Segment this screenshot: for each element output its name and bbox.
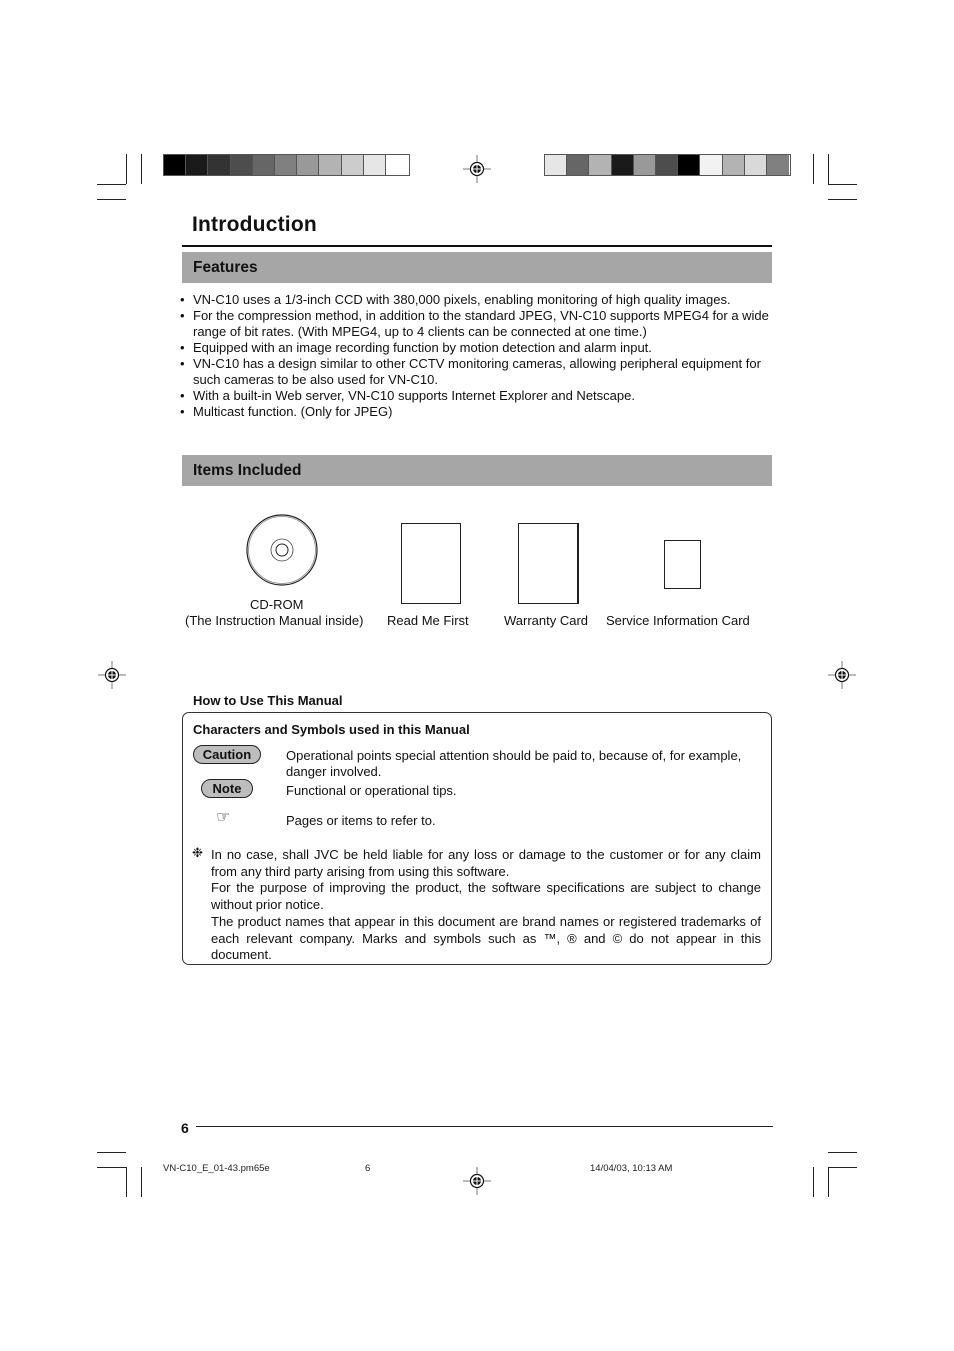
- registration-mark-icon: [98, 661, 126, 689]
- color-swatch: [700, 155, 723, 175]
- warranty-card-label: Warranty Card: [504, 613, 589, 628]
- crop-mark: [97, 184, 126, 185]
- footer-rule: [196, 1126, 773, 1127]
- cd-rom-icon: [246, 514, 318, 586]
- registration-mark-icon: [463, 155, 491, 183]
- crop-mark: [813, 154, 814, 184]
- slug-page-number: 6: [365, 1163, 371, 1174]
- slug-date: 14/04/03, 10:13 AM: [590, 1163, 673, 1174]
- color-swatch: [208, 155, 231, 175]
- disclaimer-notes: In no case, shall JVC be held liable for…: [211, 847, 761, 964]
- color-swatch: [589, 155, 612, 175]
- color-swatch: [164, 155, 187, 175]
- color-swatch: [766, 155, 790, 175]
- color-swatch: [722, 155, 745, 175]
- color-swatch: [567, 155, 590, 175]
- crop-mark: [141, 1167, 142, 1197]
- feature-item: VN-C10 uses a 1/3-inch CCD with 380,000 …: [180, 292, 776, 308]
- cd-rom-sublabel: (The Instruction Manual inside): [185, 613, 364, 628]
- crop-mark: [97, 199, 126, 200]
- color-swatch: [230, 155, 253, 175]
- document-icon: [401, 523, 461, 604]
- crop-mark: [97, 1152, 126, 1153]
- color-swatch: [633, 155, 656, 175]
- cd-rom-label: CD-ROM: [250, 597, 304, 612]
- color-swatch: [385, 155, 409, 175]
- color-swatch: [363, 155, 386, 175]
- crop-mark: [828, 1152, 857, 1153]
- feature-item: With a built-in Web server, VN-C10 suppo…: [180, 388, 776, 404]
- disclaimer-trademarks: The product names that appear in this do…: [211, 914, 761, 962]
- color-swatch: [186, 155, 209, 175]
- service-information-card-label: Service Information Card: [606, 613, 750, 628]
- disclaimer-liability: In no case, shall JVC be held liable for…: [211, 847, 761, 879]
- registration-mark-icon: [828, 661, 856, 689]
- card-icon: [518, 523, 579, 604]
- color-swatch: [341, 155, 364, 175]
- color-swatch: [611, 155, 634, 175]
- crop-mark: [97, 1167, 126, 1168]
- note-description: Functional or operational tips.: [286, 783, 457, 798]
- how-to-use-title: How to Use This Manual: [193, 693, 343, 708]
- page-title: Introduction: [192, 213, 317, 236]
- items-included-heading: Items Included: [193, 462, 302, 479]
- page-number: 6: [181, 1120, 189, 1136]
- read-me-first-label: Read Me First: [387, 613, 469, 628]
- feature-item: Equipped with an image recording functio…: [180, 340, 776, 356]
- feature-item: Multicast function. (Only for JPEG): [180, 404, 776, 420]
- caution-badge: Caution: [193, 745, 261, 764]
- crop-mark: [828, 1167, 857, 1168]
- symbols-box-heading: Characters and Symbols used in this Manu…: [193, 722, 470, 737]
- color-swatch: [744, 155, 767, 175]
- disclaimer-specifications: For the purpose of improving the product…: [211, 880, 761, 912]
- title-rule: [182, 245, 772, 247]
- color-swatch: [655, 155, 679, 175]
- color-swatch: [545, 155, 568, 175]
- color-swatch: [274, 155, 298, 175]
- asterisk-icon: ❉: [192, 846, 203, 861]
- crop-mark: [141, 154, 142, 184]
- caution-description: Operational points special attention sho…: [286, 748, 742, 779]
- slug-filename: VN-C10_E_01-43.pm65e: [163, 1163, 270, 1174]
- color-swatch: [678, 155, 701, 175]
- registration-mark-icon: [463, 1167, 491, 1195]
- color-swatch: [319, 155, 342, 175]
- crop-mark: [828, 154, 829, 184]
- features-heading: Features: [193, 259, 258, 276]
- crop-mark: [828, 184, 857, 185]
- pointing-hand-icon: ☞: [216, 807, 231, 826]
- small-card-icon: [664, 540, 701, 589]
- features-section-header: Features: [182, 252, 772, 283]
- color-swatch: [252, 155, 275, 175]
- crop-mark: [828, 199, 857, 200]
- crop-mark: [828, 1167, 829, 1197]
- note-badge: Note: [201, 779, 253, 798]
- features-list: VN-C10 uses a 1/3-inch CCD with 380,000 …: [180, 292, 776, 420]
- crop-mark: [126, 154, 127, 184]
- crop-mark: [813, 1167, 814, 1197]
- color-calibration-bar-left: [163, 154, 410, 176]
- color-swatch: [297, 155, 320, 175]
- reference-description: Pages or items to refer to.: [286, 813, 436, 828]
- crop-mark: [126, 1167, 127, 1197]
- items-included-section-header: Items Included: [182, 455, 772, 486]
- color-calibration-bar-right: [544, 154, 791, 176]
- feature-item: VN-C10 has a design similar to other CCT…: [180, 356, 776, 388]
- feature-item: For the compression method, in addition …: [180, 308, 776, 340]
